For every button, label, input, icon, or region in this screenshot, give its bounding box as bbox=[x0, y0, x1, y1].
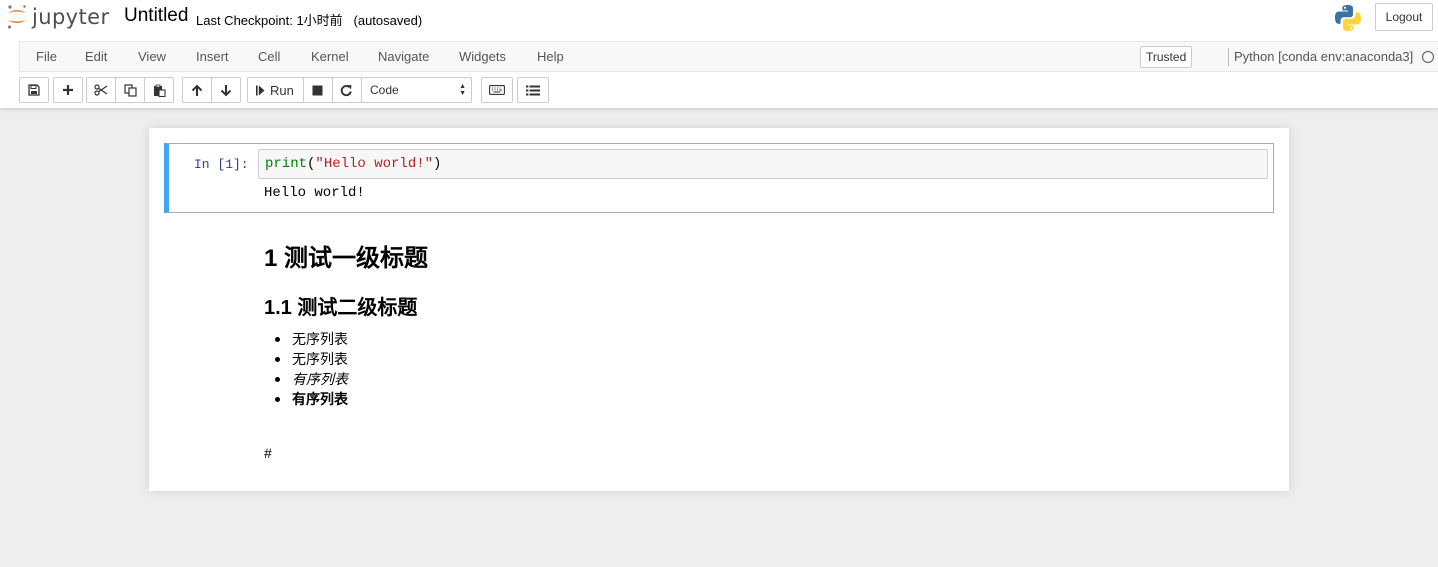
restart-button[interactable] bbox=[331, 77, 362, 103]
interrupt-button[interactable] bbox=[302, 77, 333, 103]
arrow-down-icon bbox=[220, 84, 232, 96]
menu-file[interactable]: File bbox=[36, 49, 57, 64]
copy-button[interactable] bbox=[115, 77, 145, 103]
menu-help[interactable]: Help bbox=[537, 49, 564, 64]
insert-group bbox=[53, 77, 83, 103]
save-button[interactable] bbox=[19, 77, 49, 103]
menu-insert[interactable]: Insert bbox=[196, 49, 229, 64]
step-forward-icon bbox=[256, 85, 265, 95]
move-group bbox=[182, 77, 241, 103]
kernel-name[interactable]: Python [conda env:anaconda3] bbox=[1234, 49, 1413, 64]
cut-button[interactable] bbox=[86, 77, 116, 103]
code-close-paren: ) bbox=[433, 156, 442, 172]
list-item: 无序列表 bbox=[264, 349, 348, 369]
menu-view[interactable]: View bbox=[138, 49, 166, 64]
toc-group bbox=[517, 77, 549, 103]
paste-button[interactable] bbox=[144, 77, 174, 103]
toolbar: Run Code ▲ ▼ bbox=[0, 77, 1438, 103]
notebook-container: In [1]: print("Hello world!") Hello worl… bbox=[149, 128, 1289, 491]
list-icon bbox=[526, 85, 540, 95]
run-group: Run bbox=[247, 77, 362, 103]
kernel-separator bbox=[1228, 48, 1229, 66]
list-item: 有序列表 bbox=[264, 369, 348, 389]
run-label: Run bbox=[270, 82, 294, 98]
bullet-list: 无序列表 无序列表 有序列表 有序列表 bbox=[264, 329, 348, 409]
move-up-button[interactable] bbox=[182, 77, 212, 103]
command-palette-button[interactable] bbox=[481, 77, 513, 103]
keyboard-icon bbox=[489, 85, 505, 95]
save-icon bbox=[28, 84, 40, 96]
heading-level-1: 1 测试一级标题 bbox=[264, 245, 429, 272]
paste-icon bbox=[153, 84, 166, 97]
plus-icon bbox=[63, 85, 73, 95]
python-logo-icon bbox=[1333, 3, 1363, 38]
trusted-badge[interactable]: Trusted bbox=[1140, 46, 1193, 68]
save-group bbox=[19, 77, 49, 103]
menu-edit[interactable]: Edit bbox=[85, 49, 107, 64]
code-string: "Hello world!" bbox=[315, 156, 434, 172]
menu-widgets[interactable]: Widgets bbox=[459, 49, 506, 64]
list-item: 有序列表 bbox=[264, 389, 348, 409]
input-prompt: In [1]: bbox=[194, 157, 249, 172]
kernel-idle-indicator-icon bbox=[1422, 51, 1434, 63]
checkpoint-status: Last Checkpoint: 1小时前 (autosaved) bbox=[196, 13, 423, 28]
jupyter-logo-icon bbox=[8, 5, 26, 29]
cell-output: Hello world! bbox=[264, 185, 365, 201]
code-cell[interactable]: In [1]: print("Hello world!") Hello worl… bbox=[164, 143, 1274, 213]
refresh-icon bbox=[341, 84, 353, 96]
menu-kernel[interactable]: Kernel bbox=[311, 49, 349, 64]
table-of-contents-button[interactable] bbox=[517, 77, 549, 103]
menubar: File Edit View Insert Cell Kernel Naviga… bbox=[19, 41, 1438, 72]
stop-icon bbox=[312, 85, 323, 95]
code-builtin: print bbox=[265, 156, 308, 172]
edit-group bbox=[86, 77, 174, 103]
arrow-up-icon bbox=[191, 84, 203, 96]
cell-type-select[interactable]: Code ▲ ▼ bbox=[361, 77, 472, 103]
insert-cell-button[interactable] bbox=[53, 77, 83, 103]
jupyter-logo[interactable]: jupyter bbox=[6, 3, 110, 31]
header: jupyter Untitled Last Checkpoint: 1小时前 (… bbox=[0, 0, 1438, 108]
code-editor[interactable]: print("Hello world!") bbox=[258, 149, 1268, 179]
select-arrows-icon: ▲ ▼ bbox=[459, 83, 466, 97]
logo-text: jupyter bbox=[32, 5, 110, 29]
menu-navigate[interactable]: Navigate bbox=[378, 49, 429, 64]
trailing-text: # bbox=[264, 445, 272, 461]
move-down-button[interactable] bbox=[211, 77, 241, 103]
logout-button[interactable]: Logout bbox=[1375, 3, 1433, 31]
copy-icon bbox=[123, 83, 137, 97]
heading-level-2: 1.1 测试二级标题 bbox=[264, 297, 418, 319]
run-button[interactable]: Run bbox=[247, 77, 304, 103]
cut-icon bbox=[94, 84, 108, 96]
menu-cell[interactable]: Cell bbox=[258, 49, 280, 64]
list-item: 无序列表 bbox=[264, 329, 348, 349]
cell-type-value: Code bbox=[370, 83, 399, 97]
keyboard-group bbox=[481, 77, 513, 103]
notebook-title[interactable]: Untitled bbox=[124, 5, 188, 27]
